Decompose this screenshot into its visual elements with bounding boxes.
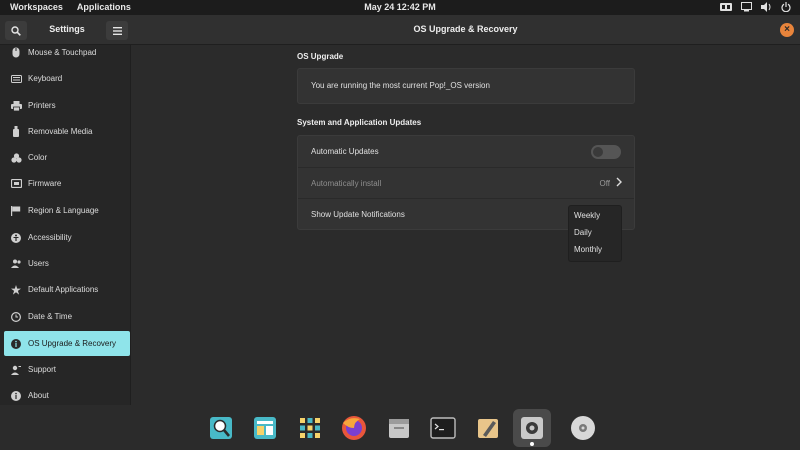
sidebar-item-label: Date & Time [28,312,73,321]
settings-app-icon[interactable] [513,409,551,447]
sidebar[interactable]: Mouse & Touchpad Keyboard Printers Remov… [0,45,131,405]
app-grid-icon[interactable] [291,409,329,447]
search-app-icon[interactable] [202,409,240,447]
firefox-icon[interactable] [335,409,373,447]
display-icon[interactable] [740,1,752,13]
sidebar-item-mouse-touchpad[interactable]: Mouse & Touchpad [4,45,130,65]
dropdown-option-weekly[interactable]: Weekly [574,211,600,220]
star-icon [10,284,22,296]
sidebar-item-os-upgrade-recovery[interactable]: OS Upgrade & Recovery [4,331,130,356]
sidebar-item-color[interactable]: Color [4,145,130,170]
settings-title: Settings [49,24,85,34]
sidebar-item-accessibility[interactable]: Accessibility [4,225,130,250]
sidebar-item-firmware[interactable]: Firmware [4,171,130,196]
sidebar-item-label: Region & Language [28,206,99,215]
sidebar-item-printers[interactable]: Printers [4,93,130,118]
show-notifications-label: Show Update Notifications [311,210,405,219]
updates-section-title: System and Application Updates [297,118,422,127]
system-tray-icon[interactable] [720,1,732,13]
printer-icon [10,100,22,112]
sidebar-item-label: Keyboard [28,74,63,83]
sidebar-item-label: Printers [28,101,56,110]
hamburger-icon [112,26,122,35]
mouse-icon [10,47,22,59]
os-upgrade-status: You are running the most current Pop!_OS… [311,81,490,90]
clock-icon [10,311,22,323]
automatically-install-row[interactable]: Automatically install Off [298,167,634,198]
sidebar-item-label: Support [28,365,57,374]
support-icon [10,364,22,376]
sidebar-item-label: Removable Media [28,127,93,136]
running-indicator [530,442,534,446]
automatic-updates-label: Automatic Updates [311,147,379,156]
sidebar-item-region-language[interactable]: Region & Language [4,198,130,223]
text-editor-icon[interactable] [469,409,507,447]
sidebar-item-label: Users [28,259,49,268]
menu-button[interactable] [106,21,128,40]
automatically-install-value: Off [599,179,610,188]
sidebar-item-about[interactable]: About [4,383,130,405]
color-icon [10,152,22,164]
users-icon [10,258,22,270]
top-panel: Workspaces Applications May 24 12:42 PM [0,0,800,15]
sidebar-item-label: Firmware [28,179,62,188]
os-upgrade-section-title: OS Upgrade [297,52,344,61]
notification-frequency-dropdown[interactable]: Weekly Daily Monthly [568,205,622,262]
sidebar-item-label: OS Upgrade & Recovery [28,339,117,348]
sidebar-item-default-applications[interactable]: Default Applications [4,277,130,302]
flag-icon [10,205,22,217]
os-upgrade-panel: You are running the most current Pop!_OS… [297,68,635,104]
sidebar-item-removable-media[interactable]: Removable Media [4,119,130,144]
chevron-right-icon [616,177,622,187]
header-bar: Settings OS Upgrade & Recovery × [0,15,800,45]
terminal-icon[interactable] [424,409,462,447]
sidebar-item-label: Mouse & Touchpad [28,48,97,57]
automatic-updates-row: Automatic Updates [298,136,634,167]
info-icon [10,338,22,350]
keyboard-icon [10,73,22,85]
workspaces-app-icon[interactable] [246,409,284,447]
sidebar-item-keyboard[interactable]: Keyboard [4,66,130,91]
usb-icon [10,126,22,138]
main-content: OS Upgrade You are running the most curr… [132,45,800,405]
page-title: OS Upgrade & Recovery [413,24,518,34]
close-icon: × [784,24,790,35]
sidebar-item-label: About [28,391,49,400]
sidebar-item-label: Accessibility [28,233,72,242]
clock[interactable]: May 24 12:42 PM [364,2,436,12]
sidebar-item-date-time[interactable]: Date & Time [4,304,130,329]
sidebar-item-label: Default Applications [28,285,99,294]
automatically-install-label: Automatically install [311,179,382,188]
firmware-icon [10,178,22,190]
sidebar-item-users[interactable]: Users [4,251,130,276]
about-icon [10,390,22,402]
sidebar-item-label: Color [28,153,48,162]
accessibility-icon [10,232,22,244]
dock [0,405,800,450]
search-icon [11,25,21,36]
sidebar-item-support[interactable]: Support [4,357,130,382]
files-icon[interactable] [380,409,418,447]
search-button[interactable] [5,21,27,40]
dropdown-option-daily[interactable]: Daily [574,228,592,237]
dropdown-option-monthly[interactable]: Monthly [574,245,602,254]
close-button[interactable]: × [780,23,794,37]
power-icon[interactable] [780,1,792,13]
disk-icon[interactable] [564,409,602,447]
automatic-updates-toggle[interactable] [591,145,621,159]
volume-icon[interactable] [760,1,772,13]
